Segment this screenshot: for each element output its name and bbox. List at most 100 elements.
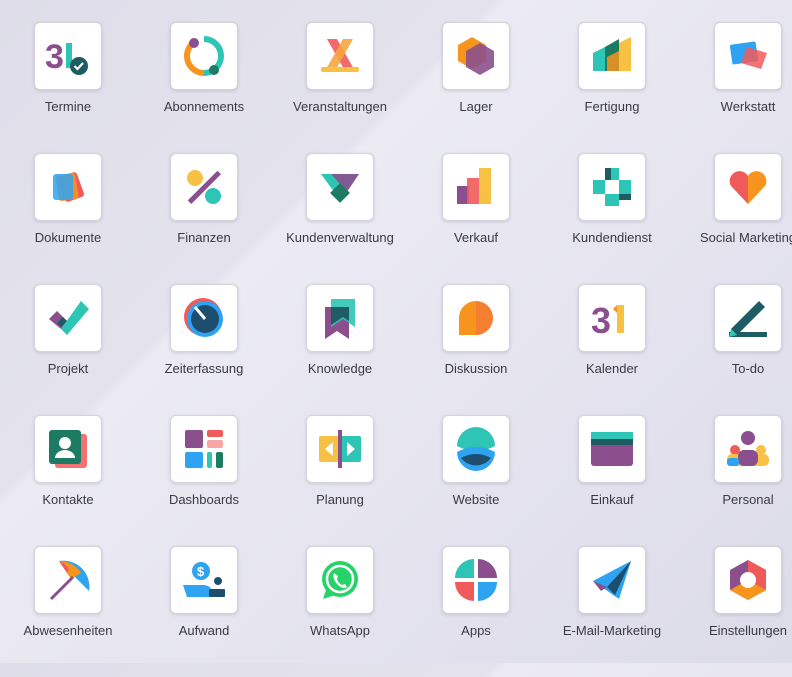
app-website[interactable]: Website: [408, 415, 544, 546]
app-label: Kontakte: [42, 492, 94, 507]
app-werkstatt[interactable]: Werkstatt: [680, 22, 792, 153]
app-finanzen[interactable]: Finanzen: [136, 153, 272, 284]
app-kundendienst[interactable]: Kundendienst: [544, 153, 680, 284]
app-tile[interactable]: [442, 284, 510, 352]
percent-icon: [187, 170, 221, 204]
app-label: Dashboards: [168, 492, 240, 507]
app-tile[interactable]: [34, 415, 102, 483]
app-label: Kalender: [585, 361, 639, 376]
app-tile[interactable]: [442, 22, 510, 90]
expense-hand-icon: $: [183, 562, 225, 597]
app-tile[interactable]: [170, 22, 238, 90]
dashboard-icon: [185, 430, 223, 468]
app-tile[interactable]: [306, 153, 374, 221]
app-label: Finanzen: [177, 230, 231, 245]
app-apps[interactable]: Apps: [408, 546, 544, 677]
app-planung[interactable]: Planung: [272, 415, 408, 546]
app-tile[interactable]: [578, 415, 646, 483]
employees-icon: [727, 431, 769, 466]
app-label: Knowledge: [307, 361, 373, 376]
app-tile[interactable]: [714, 284, 782, 352]
app-kontakte[interactable]: Kontakte: [0, 415, 136, 546]
calendar-icon: 3: [591, 300, 624, 341]
app-to-do[interactable]: To-do: [680, 284, 792, 415]
chat-bubble-icon: [459, 301, 493, 335]
app-tile[interactable]: [306, 546, 374, 614]
app-einstellungen[interactable]: Einstellungen: [680, 546, 792, 677]
app-label: Kundenverwaltung: [286, 230, 394, 245]
app-tile[interactable]: [306, 415, 374, 483]
app-verkauf[interactable]: Verkauf: [408, 153, 544, 284]
app-label: Werkstatt: [720, 99, 776, 114]
app-kundenverwaltung[interactable]: Kundenverwaltung: [272, 153, 408, 284]
workshop-tablet-icon: [729, 41, 767, 69]
app-label: Personal: [722, 492, 774, 507]
app-label: Kundendienst: [572, 230, 652, 245]
app-label: Dokumente: [34, 230, 102, 245]
app-tile[interactable]: [578, 22, 646, 90]
app-whatsapp[interactable]: WhatsApp: [272, 546, 408, 677]
credit-card-icon: [591, 432, 633, 466]
app-tile[interactable]: 3: [578, 284, 646, 352]
todo-pen-icon: [729, 301, 767, 337]
svg-text:3: 3: [591, 300, 611, 341]
app-e-mail-marketing[interactable]: E-Mail-Marketing: [544, 546, 680, 677]
app-tile[interactable]: [714, 415, 782, 483]
app-tile[interactable]: $: [170, 546, 238, 614]
app-tile[interactable]: [306, 22, 374, 90]
app-label: Projekt: [47, 361, 89, 376]
sales-chart-icon: [457, 168, 491, 204]
app-knowledge[interactable]: Knowledge: [272, 284, 408, 415]
app-tile[interactable]: [170, 284, 238, 352]
svg-text:3: 3: [45, 38, 64, 76]
app-tile[interactable]: [34, 153, 102, 221]
app-diskussion[interactable]: Diskussion: [408, 284, 544, 415]
app-grid: 3 Termine Abonnements Veranstaltungen La…: [0, 22, 792, 677]
app-fertigung[interactable]: Fertigung: [544, 22, 680, 153]
app-tile[interactable]: [714, 153, 782, 221]
app-tile[interactable]: [442, 153, 510, 221]
app-social-marketing[interactable]: Social Marketing: [680, 153, 792, 284]
app-label: Abwesenheiten: [23, 623, 113, 638]
app-tile[interactable]: [306, 284, 374, 352]
app-kalender[interactable]: 3 Kalender: [544, 284, 680, 415]
heart-icon: [729, 171, 767, 204]
app-label: Abonnements: [163, 99, 245, 114]
app-tile[interactable]: [170, 153, 238, 221]
app-label: Social Marketing: [699, 230, 792, 245]
contact-card-icon: [49, 430, 87, 468]
app-einkauf[interactable]: Einkauf: [544, 415, 680, 546]
app-label: Zeiterfassung: [164, 361, 244, 376]
app-tile[interactable]: [578, 153, 646, 221]
app-tile[interactable]: [442, 546, 510, 614]
app-label: Veranstaltungen: [293, 99, 387, 114]
app-veranstaltungen[interactable]: Veranstaltungen: [272, 22, 408, 153]
app-tile[interactable]: [442, 415, 510, 483]
app-label: Diskussion: [444, 361, 508, 376]
app-tile[interactable]: 3: [34, 22, 102, 90]
timer-icon: [184, 298, 223, 337]
app-label: Fertigung: [584, 99, 640, 114]
app-dokumente[interactable]: Dokumente: [0, 153, 136, 284]
app-projekt[interactable]: Projekt: [0, 284, 136, 415]
planning-icon: [319, 430, 361, 468]
app-tile[interactable]: [34, 284, 102, 352]
app-dashboards[interactable]: Dashboards: [136, 415, 272, 546]
app-lager[interactable]: Lager: [408, 22, 544, 153]
app-tile[interactable]: [34, 546, 102, 614]
app-tile[interactable]: [714, 546, 782, 614]
app-tile[interactable]: [170, 415, 238, 483]
app-label: Planung: [316, 492, 364, 507]
app-tile[interactable]: [578, 546, 646, 614]
app-abwesenheiten[interactable]: Abwesenheiten: [0, 546, 136, 677]
app-termine[interactable]: 3 Termine: [0, 22, 136, 153]
app-tile[interactable]: [714, 22, 782, 90]
app-personal[interactable]: Personal: [680, 415, 792, 546]
app-label: Verkauf: [453, 230, 499, 245]
app-label: Termine: [44, 99, 92, 114]
app-aufwand[interactable]: $ Aufwand: [136, 546, 272, 677]
whatsapp-icon: [322, 561, 358, 599]
app-abonnements[interactable]: Abonnements: [136, 22, 272, 153]
app-zeiterfassung[interactable]: Zeiterfassung: [136, 284, 272, 415]
app-label: Lager: [459, 99, 493, 114]
